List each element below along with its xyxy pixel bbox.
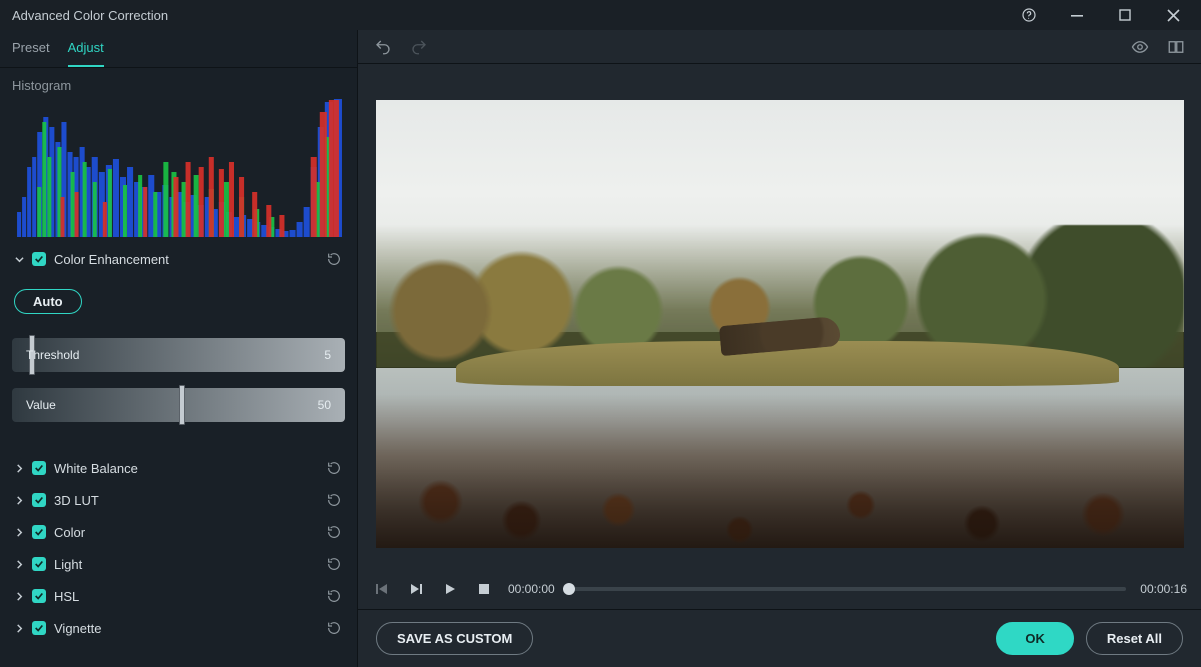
hsl-label: HSL bbox=[54, 589, 317, 604]
color-label: Color bbox=[54, 525, 317, 540]
next-frame-icon[interactable] bbox=[406, 579, 426, 599]
color-enhancement-label: Color Enhancement bbox=[54, 252, 317, 267]
ok-button[interactable]: OK bbox=[996, 622, 1074, 655]
color-enhancement-checkbox[interactable] bbox=[32, 252, 46, 266]
window-title: Advanced Color Correction bbox=[12, 8, 168, 23]
stop-icon[interactable] bbox=[474, 579, 494, 599]
reset-all-button[interactable]: Reset All bbox=[1086, 622, 1183, 655]
section-color[interactable]: Color bbox=[12, 516, 345, 548]
threshold-label: Threshold bbox=[26, 348, 79, 362]
preview-panel: 00:00:00 00:00:16 SAVE AS CUSTOM OK Rese… bbox=[358, 30, 1201, 667]
reset-icon[interactable] bbox=[325, 555, 343, 573]
reset-icon[interactable] bbox=[325, 491, 343, 509]
reset-icon[interactable] bbox=[325, 523, 343, 541]
color-checkbox[interactable] bbox=[32, 525, 46, 539]
section-white_balance[interactable]: White Balance bbox=[12, 452, 345, 484]
close-button[interactable] bbox=[1153, 1, 1193, 29]
chevron-down-icon[interactable] bbox=[14, 254, 24, 264]
light-checkbox[interactable] bbox=[32, 557, 46, 571]
threshold-value: 5 bbox=[324, 348, 331, 362]
tab-preset[interactable]: Preset bbox=[12, 40, 50, 67]
sidebar: Preset Adjust Histogram bbox=[0, 30, 358, 667]
maximize-button[interactable] bbox=[1105, 1, 1145, 29]
threshold-slider[interactable]: Threshold 5 bbox=[12, 338, 345, 372]
chevron-right-icon[interactable] bbox=[14, 495, 24, 505]
chevron-right-icon[interactable] bbox=[14, 527, 24, 537]
save-as-custom-button[interactable]: SAVE AS CUSTOM bbox=[376, 622, 533, 655]
white_balance-checkbox[interactable] bbox=[32, 461, 46, 475]
duration-time: 00:00:16 bbox=[1140, 582, 1187, 596]
histogram bbox=[12, 97, 345, 237]
section-lut3d[interactable]: 3D LUT bbox=[12, 484, 345, 516]
reset-icon[interactable] bbox=[325, 587, 343, 605]
timeline-thumb[interactable] bbox=[563, 583, 575, 595]
timeline-slider[interactable] bbox=[569, 587, 1127, 591]
light-label: Light bbox=[54, 557, 317, 572]
tab-adjust[interactable]: Adjust bbox=[68, 40, 104, 67]
play-icon[interactable] bbox=[440, 579, 460, 599]
reset-icon[interactable] bbox=[325, 459, 343, 477]
white_balance-label: White Balance bbox=[54, 461, 317, 476]
minimize-button[interactable] bbox=[1057, 1, 1097, 29]
chevron-right-icon[interactable] bbox=[14, 623, 24, 633]
value-slider[interactable]: Value 50 bbox=[12, 388, 345, 422]
reset-icon[interactable] bbox=[325, 250, 343, 268]
value-label: Value bbox=[26, 398, 56, 412]
chevron-right-icon[interactable] bbox=[14, 559, 24, 569]
prev-frame-icon[interactable] bbox=[372, 579, 392, 599]
section-hsl[interactable]: HSL bbox=[12, 580, 345, 612]
reset-icon[interactable] bbox=[325, 619, 343, 637]
current-time: 00:00:00 bbox=[508, 582, 555, 596]
section-vignette[interactable]: Vignette bbox=[12, 612, 345, 644]
compare-icon[interactable] bbox=[1165, 36, 1187, 58]
eye-icon[interactable] bbox=[1129, 36, 1151, 58]
hsl-checkbox[interactable] bbox=[32, 589, 46, 603]
section-light[interactable]: Light bbox=[12, 548, 345, 580]
title-bar: Advanced Color Correction bbox=[0, 0, 1201, 30]
auto-button[interactable]: Auto bbox=[14, 289, 82, 314]
histogram-label: Histogram bbox=[12, 78, 345, 93]
lut3d-label: 3D LUT bbox=[54, 493, 317, 508]
vignette-label: Vignette bbox=[54, 621, 317, 636]
lut3d-checkbox[interactable] bbox=[32, 493, 46, 507]
value-value: 50 bbox=[318, 398, 331, 412]
preview-image bbox=[376, 100, 1184, 548]
chevron-right-icon[interactable] bbox=[14, 463, 24, 473]
redo-icon[interactable] bbox=[408, 36, 430, 58]
vignette-checkbox[interactable] bbox=[32, 621, 46, 635]
chevron-right-icon[interactable] bbox=[14, 591, 24, 601]
undo-icon[interactable] bbox=[372, 36, 394, 58]
help-icon[interactable] bbox=[1009, 1, 1049, 29]
